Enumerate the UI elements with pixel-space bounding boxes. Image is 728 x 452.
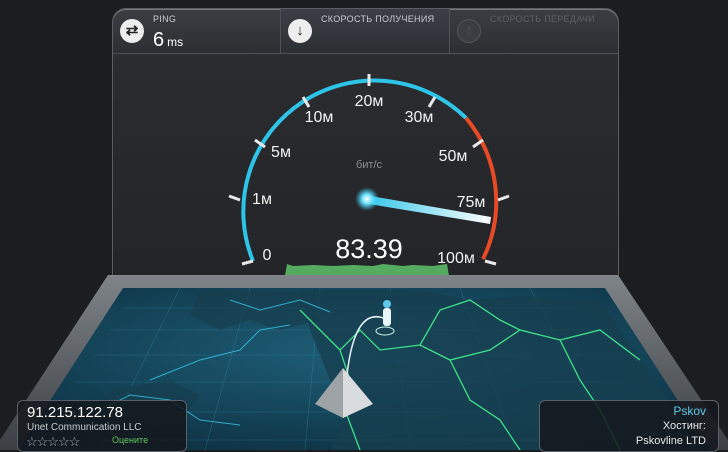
tab-bar: ⇄ PING 6 ms ↓ СКОРОСТЬ ПОЛУЧЕНИЯ ↑ СКОРОС… — [113, 9, 618, 54]
ping-value: 6 ms — [153, 29, 184, 51]
client-isp: Unet Communication LLC — [27, 422, 142, 433]
tab-upload[interactable]: ↑ СКОРОСТЬ ПЕРЕДАЧИ — [450, 9, 618, 53]
client-ip: 91.215.122.78 — [27, 404, 123, 421]
swap-arrows-icon: ⇄ — [120, 19, 144, 43]
download-arrow-icon: ↓ — [288, 19, 312, 43]
tick-label: 20м — [355, 93, 384, 110]
server-city: Pskov — [673, 404, 706, 418]
speed-value: 83.39 — [335, 234, 403, 264]
speedtest-panel: ⇄ PING 6 ms ↓ СКОРОСТЬ ПОЛУЧЕНИЯ ↑ СКОРОС… — [112, 8, 619, 292]
rating-stars[interactable]: ☆☆☆☆☆ — [26, 434, 80, 450]
tick-label: 100м — [437, 250, 475, 267]
tick-label: 10м — [305, 109, 334, 126]
needle-hub — [355, 187, 379, 211]
host-label: Хостинг: — [662, 420, 706, 432]
tab-ping[interactable]: ⇄ PING 6 ms — [113, 9, 281, 53]
host-name: Pskovline LTD — [635, 435, 706, 447]
server-info-box[interactable]: Pskov Хостинг: Pskovline LTD — [539, 400, 719, 452]
tick-label: 0 — [263, 247, 272, 264]
tick-label: 50м — [439, 148, 468, 165]
tab-download[interactable]: ↓ СКОРОСТЬ ПОЛУЧЕНИЯ — [281, 9, 450, 53]
tick-label: 75м — [457, 194, 486, 211]
rate-link[interactable]: Оцените — [112, 435, 148, 445]
download-label: СКОРОСТЬ ПОЛУЧЕНИЯ — [321, 14, 435, 24]
tick-label: 1м — [252, 191, 272, 208]
gauge-arc-red — [464, 116, 499, 260]
upload-arrow-icon: ↑ — [457, 19, 481, 43]
speed-gauge: 0 1м 5м 10м 20м 30м 50м 75м 100м бит/с 8… — [228, 74, 510, 277]
upload-label: СКОРОСТЬ ПЕРЕДАЧИ — [490, 14, 595, 24]
gauge-unit: бит/с — [356, 159, 383, 171]
tick-label: 5м — [271, 144, 291, 161]
tick-label: 30м — [405, 109, 434, 126]
ping-label: PING — [153, 14, 177, 24]
client-info-box: 91.215.122.78 Unet Communication LLC ☆☆☆… — [17, 400, 187, 452]
